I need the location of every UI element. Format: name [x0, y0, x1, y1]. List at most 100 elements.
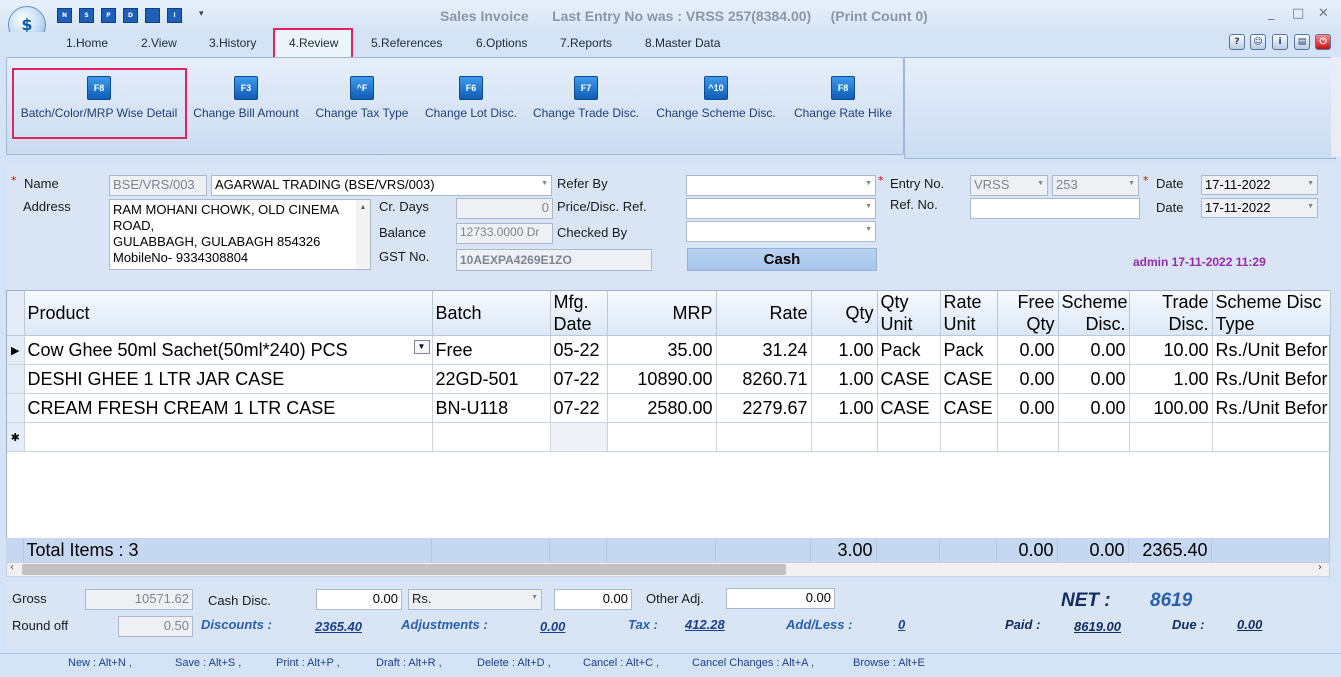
quick-print-icon[interactable]: P [101, 8, 116, 23]
tab-view[interactable]: 2.View [141, 36, 177, 50]
party-code-field[interactable]: BSE/VRS/003 [109, 175, 207, 196]
empty-cell[interactable] [432, 422, 551, 452]
empty-cell[interactable] [1212, 422, 1331, 452]
shortcut-new[interactable]: New : Alt+N , [68, 657, 132, 669]
free-qty-cell[interactable]: 0.00 [997, 393, 1059, 423]
col-batch[interactable]: Batch [432, 291, 551, 336]
batch-cell[interactable]: BN-U118 [432, 393, 551, 423]
scheme-disc-cell[interactable]: 0.00 [1058, 364, 1130, 394]
tab-reports[interactable]: 7.Reports [560, 36, 612, 50]
empty-cell[interactable] [550, 422, 608, 452]
empty-cell[interactable] [997, 422, 1059, 452]
tax-link[interactable]: 412.28 [685, 617, 725, 632]
batch-cell[interactable]: 22GD-501 [432, 364, 551, 394]
price-disc-ref-select[interactable]: ▼ [686, 198, 876, 219]
ref-no-field[interactable] [970, 198, 1140, 219]
mrp-cell[interactable]: 2580.00 [607, 393, 717, 423]
empty-cell[interactable] [940, 422, 998, 452]
ribbon-scrollbar[interactable] [1331, 57, 1341, 157]
change-tax-type-button[interactable]: ^F Change Tax Type [312, 76, 412, 120]
qty-unit-cell[interactable]: Pack [877, 335, 941, 365]
col-scheme-disc[interactable]: Scheme Disc. [1058, 291, 1130, 336]
rate-cell[interactable]: 2279.67 [716, 393, 812, 423]
scheme-type-cell[interactable]: Rs./Unit Befor [1212, 393, 1331, 423]
tab-references[interactable]: 5.References [371, 36, 442, 50]
change-rate-hike-button[interactable]: F8 Change Rate Hike [790, 76, 896, 120]
change-lot-disc-button[interactable]: F6 Change Lot Disc. [422, 76, 520, 120]
col-rate[interactable]: Rate [716, 291, 812, 336]
col-mrp[interactable]: MRP [607, 291, 717, 336]
mfg-date-cell[interactable]: 07-22 [550, 393, 608, 423]
mfg-date-cell[interactable]: 07-22 [550, 364, 608, 394]
rate-unit-cell[interactable]: CASE [940, 364, 998, 394]
empty-cell[interactable] [877, 422, 941, 452]
shortcut-draft[interactable]: Draft : Alt+R , [376, 657, 442, 669]
trade-disc-cell[interactable]: 10.00 [1129, 335, 1213, 365]
trade-disc-cell[interactable]: 1.00 [1129, 364, 1213, 394]
shortcut-cancel-changes[interactable]: Cancel Changes : Alt+A , [692, 657, 814, 669]
party-name-select[interactable]: AGARWAL TRADING (BSE/VRS/003) ▼ [211, 175, 552, 196]
product-cell[interactable]: DESHI GHEE 1 LTR JAR CASE [24, 364, 433, 394]
mfg-date-cell[interactable]: 05-22 [550, 335, 608, 365]
col-rate-unit[interactable]: Rate Unit [940, 291, 998, 336]
shortcut-cancel[interactable]: Cancel : Alt+C , [583, 657, 659, 669]
tab-history[interactable]: 3.History [209, 36, 256, 50]
rate-unit-cell[interactable]: Pack [940, 335, 998, 365]
info-icon[interactable]: i [1272, 34, 1288, 50]
support-icon[interactable]: ☺ [1250, 34, 1266, 50]
address-scrollbar[interactable]: ▲▼ [356, 200, 370, 269]
entry-number-select[interactable]: 253 ▼ [1052, 175, 1139, 196]
scroll-right-icon[interactable]: › [1318, 562, 1322, 573]
shortcut-delete[interactable]: Delete : Alt+D , [477, 657, 551, 669]
tab-master-data[interactable]: 8.Master Data [645, 36, 720, 50]
scrollbar-thumb[interactable] [22, 564, 786, 575]
quick-new-icon[interactable]: N [57, 8, 72, 23]
tab-options[interactable]: 6.Options [476, 36, 527, 50]
scheme-disc-cell[interactable]: 0.00 [1058, 335, 1130, 365]
product-cell[interactable]: Cow Ghee 50ml Sachet(50ml*240) PCS ▼ [24, 335, 433, 365]
paid-link[interactable]: 8619.00 [1074, 619, 1121, 634]
refer-by-select[interactable]: ▼ [686, 175, 876, 196]
empty-cell[interactable] [811, 422, 878, 452]
change-bill-amount-button[interactable]: F3 Change Bill Amount [190, 76, 302, 120]
empty-cell[interactable] [716, 422, 812, 452]
change-scheme-disc-button[interactable]: ^10 Change Scheme Disc. [652, 76, 780, 120]
help-icon[interactable]: ? [1229, 34, 1245, 50]
free-qty-cell[interactable]: 0.00 [997, 364, 1059, 394]
cash-disc-field[interactable]: 0.00 [316, 589, 402, 610]
shortcut-save[interactable]: Save : Alt+S , [175, 657, 241, 669]
discounts-link[interactable]: 2365.40 [315, 619, 362, 634]
entry-date-picker[interactable]: 17-11-2022 ▼ [1201, 175, 1318, 195]
scheme-type-cell[interactable]: Rs./Unit Befor [1212, 364, 1331, 394]
other-adj-field[interactable]: 0.00 [726, 588, 835, 609]
col-trade-disc[interactable]: Trade Disc. [1129, 291, 1213, 336]
cash-button[interactable]: Cash [687, 248, 877, 271]
col-mfg-date[interactable]: Mfg. Date [550, 291, 608, 336]
scheme-disc-cell[interactable]: 0.00 [1058, 393, 1130, 423]
qty-cell[interactable]: 1.00 [811, 364, 878, 394]
add-less-link[interactable]: 0 [898, 617, 905, 632]
tab-review[interactable]: 4.Review [289, 36, 338, 50]
rate-unit-cell[interactable]: CASE [940, 393, 998, 423]
qty-cell[interactable]: 1.00 [811, 393, 878, 423]
product-cell[interactable]: CREAM FRESH CREAM 1 LTR CASE [24, 393, 433, 423]
trade-disc-cell[interactable]: 100.00 [1129, 393, 1213, 423]
qty-unit-cell[interactable]: CASE [877, 364, 941, 394]
table-row[interactable]: ▶ Cow Ghee 50ml Sachet(50ml*240) PCS ▼ Fr… [7, 335, 1331, 365]
quick-delete-icon[interactable]: D [123, 8, 138, 23]
cash-disc-unit-select[interactable]: Rs. ▼ [408, 589, 542, 610]
mrp-cell[interactable]: 35.00 [607, 335, 717, 365]
empty-cell[interactable] [607, 422, 717, 452]
maximize-button[interactable]: □ [1292, 6, 1304, 21]
address-textarea[interactable]: RAM MOHANI CHOWK, OLD CINEMA ROAD, GULAB… [109, 199, 371, 270]
customize-toolbar-icon[interactable]: ▾ [199, 9, 204, 19]
rate-cell[interactable]: 31.24 [716, 335, 812, 365]
shortcut-print[interactable]: Print : Alt+P , [276, 657, 340, 669]
empty-cell[interactable] [24, 422, 433, 452]
scheme-type-cell[interactable]: Rs./Unit Befor [1212, 335, 1331, 365]
entry-series-select[interactable]: VRSS ▼ [970, 175, 1048, 196]
col-product[interactable]: Product [24, 291, 433, 336]
adjustments-link[interactable]: 0.00 [540, 619, 565, 634]
change-trade-disc-button[interactable]: F7 Change Trade Disc. [530, 76, 642, 120]
empty-cell[interactable] [1129, 422, 1213, 452]
